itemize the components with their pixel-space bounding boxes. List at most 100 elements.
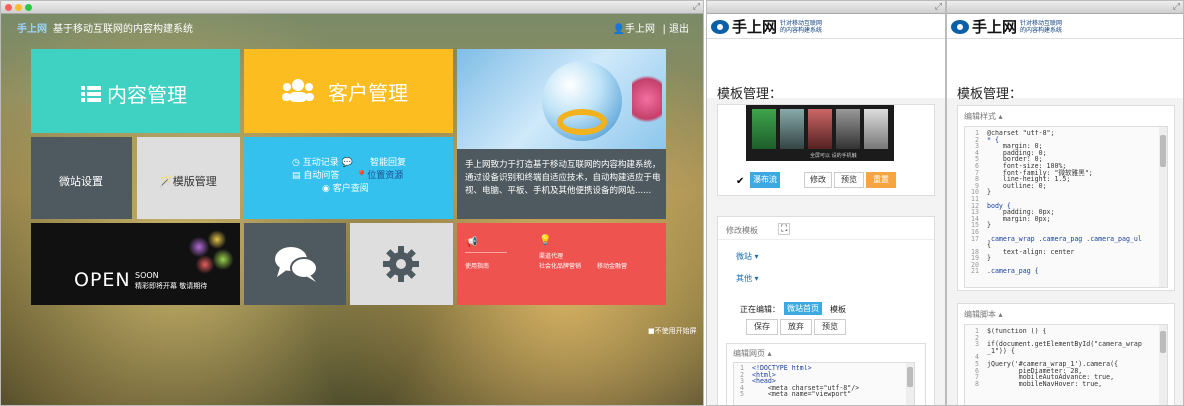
location-resource-link[interactable]: 📍位置资源 (356, 168, 403, 181)
gear-icon (382, 245, 420, 287)
code-line: .camera_pag { (987, 267, 1039, 276)
header-logo[interactable]: 手上网 (17, 20, 47, 35)
title-bar: ⤢ (707, 1, 945, 14)
logout-link[interactable]: | 退出 (662, 20, 689, 35)
css-code-editor[interactable]: 1 2 3 4 5 6 7 8 9 10 11 12 13 14 15 16 17 18 19 20 21 @char… (964, 126, 1168, 288)
modify-button[interactable]: 修改 (804, 172, 832, 188)
user-icon: 👤 (612, 24, 625, 35)
content-management-tile[interactable]: 内容管理 (31, 49, 240, 133)
user-menu[interactable]: 👤手上网 (613, 20, 655, 35)
user-guide-link[interactable]: 使用指南 (465, 261, 489, 270)
editing-tag: 微站首页 (784, 302, 822, 315)
customer-lookup-link[interactable]: ◉ 客户查阅 (322, 181, 369, 194)
css-code-text: @charset "utf-8"; * { margin: 0; padding:… (987, 130, 1157, 285)
code-line: outline: 0; (987, 181, 1047, 190)
line-numbers: 123 45678 (965, 328, 979, 405)
template-management-tile[interactable]: 🪄模版管理 (137, 137, 240, 219)
js-code-editor[interactable]: 123 45678 $(function () { if(document.ge… (964, 324, 1168, 405)
preview-page-button[interactable]: 预览 (814, 319, 846, 335)
publish-button[interactable]: 瀑布流 (750, 172, 780, 188)
auto-qa-link[interactable]: ▤ 自动问答 (292, 168, 339, 181)
customer-management-label: 客户管理 (328, 81, 408, 105)
resize-icon[interactable]: ⤢ (1173, 2, 1180, 12)
clock-icon: ◷ (292, 158, 303, 168)
description-tile: 手上网致力于打造基于移动互联网的内容构建系统，通过设备识别和终端自适应技术，自动… (457, 149, 666, 219)
scroll-thumb[interactable] (1160, 331, 1166, 353)
template-thumbnail[interactable]: 全屏可以 设的手机触 (746, 105, 894, 161)
resize-icon[interactable]: ⤢ (935, 2, 942, 12)
logo-text: 手上网 (972, 18, 1018, 36)
site-header: 手上网 针对移动互联网 的内容构建系统 (707, 14, 945, 38)
line-numbers: 12345 (734, 365, 744, 405)
site-header: 手上网 针对移动互联网 的内容构建系统 (947, 14, 1183, 38)
fullscreen-icon[interactable]: ⛶ (778, 223, 791, 235)
line-number: 21 (971, 267, 979, 276)
map-pin-icon: 📍 (356, 171, 368, 181)
start-screen-toggle[interactable]: ■不使用开始屏 (648, 326, 697, 336)
code-line: .camera_wrap .camera_pag .camera_pag_ul (987, 234, 1142, 243)
weizhan-settings-tile[interactable]: 微站设置 (31, 137, 132, 219)
code-line: mobileNavHover: true, (987, 379, 1103, 388)
preview-button[interactable]: 预览 (834, 172, 864, 188)
edit-script-title: 编辑脚本 ▴ (964, 310, 1003, 319)
customer-links-tile: ◷ 互动记录 💬 智能回复 ▤ 自动问答 📍位置资源 ◉ 客户查阅 (244, 137, 453, 219)
open-soon-tile: OPEN SOON 精彩即将开幕 敬请期待 (31, 223, 240, 305)
thumb-phone-1 (752, 109, 776, 149)
scroll-thumb[interactable] (907, 367, 913, 387)
template-window-right: ⤢ 手上网 针对移动互联网 的内容构建系统 模板管理： 编辑样式 ▴ 123456… (946, 0, 1184, 406)
editor-scrollbar[interactable] (906, 363, 914, 405)
soon-label: SOON (135, 271, 159, 280)
chat-tile[interactable] (244, 223, 346, 305)
scroll-thumb[interactable] (1160, 135, 1166, 167)
open-label: OPEN (74, 269, 131, 291)
header-tagline: 基于移动互联网的内容构建系统 (53, 24, 193, 35)
edit-script-section: 编辑脚本 ▴ 123 45678 $(function () { if(docu… (957, 303, 1175, 405)
edit-page-section: 编辑网页 ▴ 12345 <!DOCTYPE html> <html> <head>… (726, 343, 926, 405)
open-subtitle: 精彩即将开幕 敬请期待 (135, 282, 208, 290)
code-line: @charset "utf-8"; (987, 130, 1055, 137)
html-code-editor[interactable]: 12345 <!DOCTYPE html> <html> <head> <meta … (733, 362, 915, 405)
logout-label: 退出 (669, 24, 689, 35)
book-icon: ▤ (292, 171, 304, 181)
thumb-phone-4 (836, 109, 860, 149)
panel-divider (718, 239, 934, 240)
users-icon (282, 78, 314, 106)
menu-weizhan[interactable]: 微站 ▾ (736, 251, 759, 262)
user-name: 手上网 (625, 24, 655, 35)
social-marketing-link[interactable]: 社会化品牌营销 (539, 261, 581, 270)
top-header: 手上网 基于移动互联网的内容构建系统 👤手上网 | 退出 (1, 14, 703, 38)
code-line: } (987, 221, 991, 230)
minimize-dot-icon[interactable] (15, 4, 22, 11)
js-code-text: $(function () { if(document.getElementBy… (987, 328, 1157, 405)
reset-button[interactable]: 重置 (866, 172, 896, 188)
settings-tile[interactable] (350, 223, 453, 305)
editor-scrollbar[interactable] (1159, 325, 1167, 405)
interaction-log-link[interactable]: ◷ 互动记录 💬 (292, 155, 353, 168)
site-logo[interactable]: 手上网 针对移动互联网 的内容构建系统 (951, 16, 1062, 37)
zoom-dot-icon[interactable] (25, 4, 32, 11)
customer-management-tile[interactable]: 客户管理 (244, 49, 453, 133)
mobile-finance-link[interactable]: 移动金融营 (597, 261, 627, 270)
save-button[interactable]: 保存 (746, 319, 778, 335)
modify-template-title: 修改模板 (726, 226, 758, 235)
discard-button[interactable]: 放弃 (780, 319, 812, 335)
title-bar: ⤢ (1, 1, 703, 14)
site-logo[interactable]: 手上网 针对移动互联网 的内容构建系统 (711, 16, 822, 37)
smart-reply-link[interactable]: 智能回复 (370, 155, 406, 168)
divider-left (465, 252, 507, 253)
logo-text: 手上网 (732, 18, 778, 36)
main-window: ⤢ 手上网 基于移动互联网的内容构建系统 👤手上网 | 退出 内容管理 客户管理 (0, 0, 704, 406)
resize-icon[interactable]: ⤢ (693, 2, 700, 12)
code-line: _1")) { (987, 346, 1015, 355)
editor-scrollbar[interactable] (1159, 127, 1167, 287)
thumb-caption: 全屏可以 设的手机触 (810, 153, 857, 159)
logo-subtitle: 针对移动互联网 的内容构建系统 (780, 19, 823, 34)
channel-agent-link[interactable]: 渠道代理 (539, 251, 563, 260)
eye-logo-icon (951, 19, 969, 34)
eye-logo-icon (711, 19, 729, 34)
close-dot-icon[interactable] (5, 4, 12, 11)
magic-wand-icon: 🪄 (159, 175, 173, 188)
photo-tile (457, 49, 666, 149)
menu-other[interactable]: 其他 ▾ (736, 273, 759, 284)
